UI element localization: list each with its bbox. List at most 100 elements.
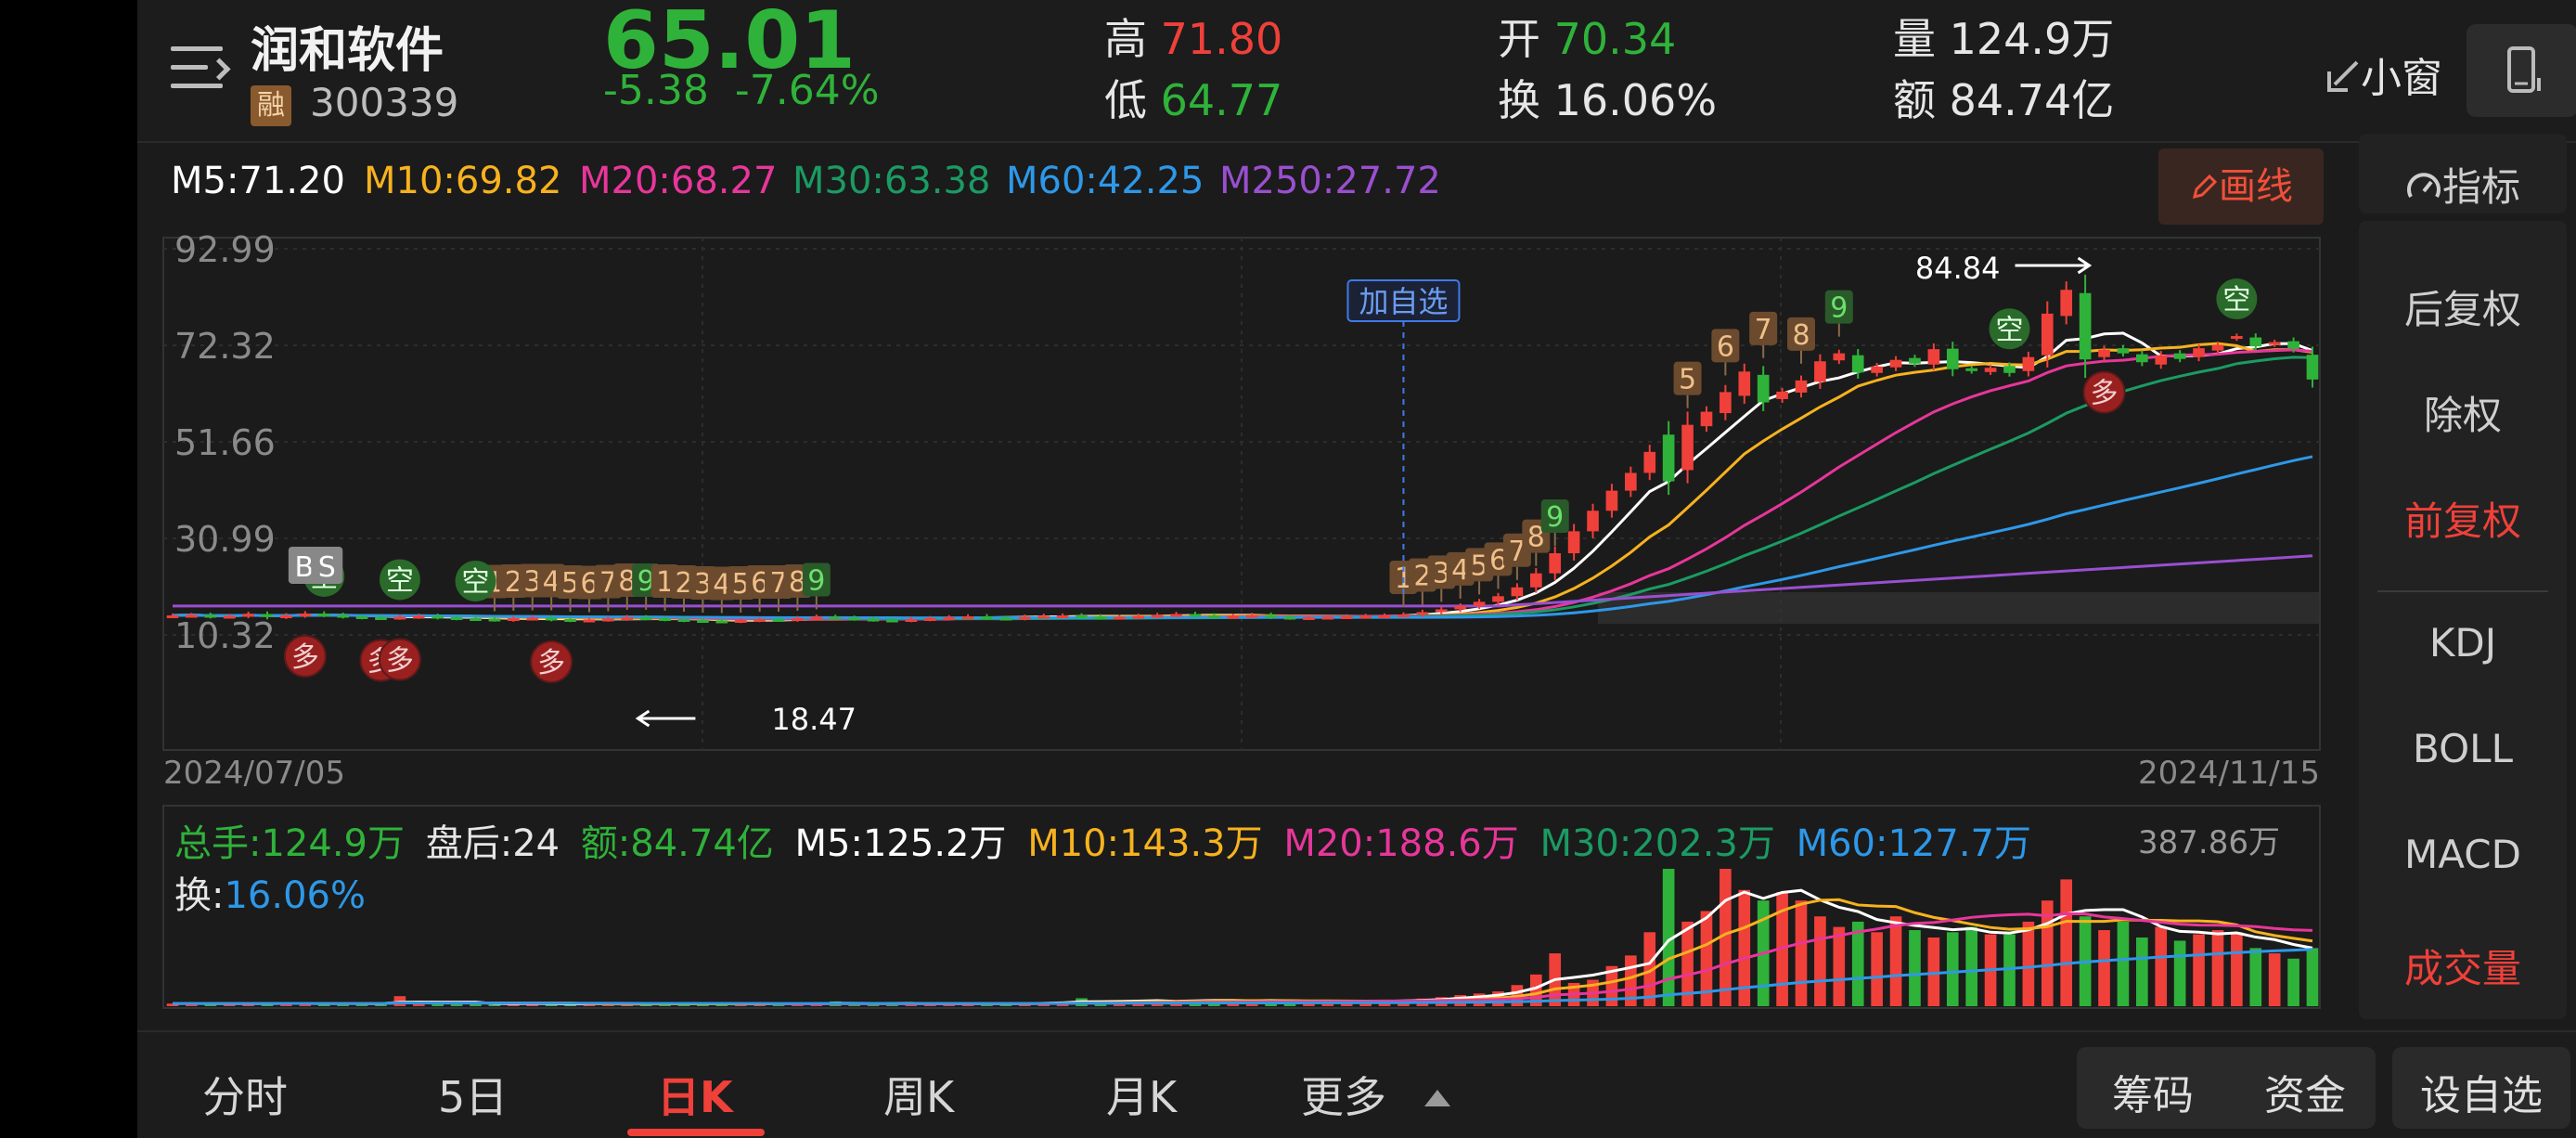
candle-body	[1397, 614, 1410, 617]
candle-body	[1605, 490, 1618, 511]
volume-chart[interactable]	[137, 804, 2350, 1010]
chips-button[interactable]: 筹码	[2112, 1062, 2194, 1121]
menu-icon[interactable]	[171, 45, 231, 93]
ma20-label: M20:68.27	[579, 160, 778, 202]
long-signal-5-text: 多	[2091, 378, 2119, 410]
candle-body	[1625, 472, 1637, 491]
candle-body	[1018, 616, 1031, 620]
funds-button[interactable]: 资金	[2264, 1062, 2346, 1121]
short-signal-3-text: 空	[462, 566, 490, 599]
adjust-backward[interactable]: 后复权	[2350, 278, 2576, 335]
volume-bar	[2211, 930, 2224, 1006]
phone-rotate-icon	[2507, 46, 2541, 93]
seq-b-text: 9	[807, 564, 825, 597]
candle-body	[1245, 614, 1258, 618]
candle-body	[2155, 355, 2168, 365]
volume-bar	[2249, 948, 2262, 1006]
high-stat: 高 71.80	[1104, 14, 1283, 64]
tab-daily-k[interactable]: 日K	[657, 1064, 733, 1125]
candle-body	[1776, 391, 1788, 399]
candle-body	[677, 618, 690, 622]
volume-bar	[2117, 921, 2130, 1006]
adjust-ex-rights[interactable]: 除权	[2350, 384, 2576, 441]
volume-bar	[2155, 926, 2168, 1006]
candle-body	[1378, 614, 1391, 618]
indicator-button[interactable]: 指标	[2350, 156, 2576, 213]
candle-body	[2079, 292, 2092, 360]
indicator-volume[interactable]: 成交量	[2350, 938, 2576, 994]
candle-body	[1567, 531, 1580, 554]
candle-body	[753, 618, 766, 622]
stock-name: 润和软件	[251, 23, 444, 79]
buy-marker-text: B	[295, 551, 315, 584]
candle-body	[1909, 357, 1921, 364]
volume-bar	[1871, 932, 1883, 1006]
long-signal-1-text: 多	[291, 641, 319, 674]
seq-d-text: 9	[1546, 501, 1564, 534]
candle-body	[1946, 348, 1959, 369]
candle-body	[1037, 615, 1050, 619]
tab-more[interactable]: 更多	[1301, 1064, 1456, 1125]
candle-body	[2117, 348, 2130, 354]
candle-body	[1795, 380, 1808, 393]
triangle-up-icon	[1423, 1090, 1450, 1106]
candle-body	[810, 616, 823, 620]
indicator-kdj[interactable]: KDJ	[2350, 620, 2576, 666]
candle-body	[1359, 615, 1372, 619]
candle-body	[1265, 614, 1277, 618]
candle-body	[2022, 356, 2035, 371]
volume-stat: 量 124.9万	[1893, 14, 2115, 64]
candlestick-chart[interactable]: 12345678912345678912345678956789多多多多多空空空…	[137, 230, 2350, 795]
candle-body	[1965, 368, 1977, 371]
adjust-forward[interactable]: 前复权	[2350, 490, 2576, 547]
candle-body	[2173, 353, 2186, 359]
seq-e-text: 5	[1679, 364, 1696, 396]
indicator-boll[interactable]: BOLL	[2350, 726, 2576, 771]
indicator-macd[interactable]: MACD	[2350, 832, 2576, 877]
ma5-label: M5:71.20	[171, 160, 345, 202]
tab-weekly-k[interactable]: 周K	[883, 1064, 954, 1125]
candle-body	[943, 616, 956, 620]
volume-bar	[2287, 958, 2299, 1006]
candle-body	[602, 618, 614, 622]
candle-body	[999, 617, 1012, 621]
right-sidebar: 指标 后复权 除权 前复权 KDJ BOLL MACD 成交量	[2350, 134, 2576, 1028]
turnover-stat: 换 16.06%	[1498, 75, 1718, 125]
float-window-label: 小窗	[2361, 55, 2442, 102]
amount-stat: 额 84.74亿	[1893, 75, 2115, 125]
volume-bar	[2193, 934, 2205, 1006]
seq-e-text: 8	[1792, 319, 1810, 352]
tab-monthly-k[interactable]: 月K	[1106, 1064, 1177, 1125]
candle-body	[1132, 615, 1145, 619]
landscape-toggle-button[interactable]	[2467, 24, 2576, 117]
ma10-label: M10:69.82	[364, 160, 562, 202]
active-tab-indicator	[627, 1129, 765, 1136]
candle-body	[2041, 313, 2054, 356]
add-watchlist-button[interactable]: 设自选	[2420, 1062, 2543, 1121]
candle-body	[1416, 612, 1429, 615]
quote-header: 润和软件 融 300339 65.01 -5.38 -7.64% 高 71.80…	[137, 0, 2576, 143]
margin-badge: 融	[251, 85, 291, 126]
candle-body	[2003, 366, 2016, 373]
candle-body	[1189, 614, 1202, 617]
candle-body	[697, 619, 709, 623]
candle-body	[1719, 392, 1732, 414]
candle-body	[508, 617, 520, 621]
candle-body	[545, 617, 558, 621]
low-mark-label: 18.47	[771, 702, 857, 737]
candle-body	[2231, 336, 2243, 340]
float-window-button[interactable]: 小窗	[2324, 45, 2442, 104]
candle-body	[299, 613, 312, 616]
candle-body	[1738, 371, 1751, 396]
volume-bar	[1814, 916, 1826, 1006]
tab-5day[interactable]: 5日	[438, 1064, 508, 1125]
tab-intraday[interactable]: 分时	[202, 1064, 288, 1125]
candle-body	[583, 619, 596, 623]
draw-line-button[interactable]: 画线	[2158, 149, 2324, 225]
ma250-label: M250:27.72	[1219, 160, 1441, 202]
y-tick-label: 30.99	[174, 519, 276, 560]
y-tick-label: 10.32	[174, 615, 276, 656]
candle-body	[280, 614, 292, 618]
sell-marker-text: S	[318, 551, 336, 584]
high-mark-label: 84.84	[1915, 251, 2001, 286]
